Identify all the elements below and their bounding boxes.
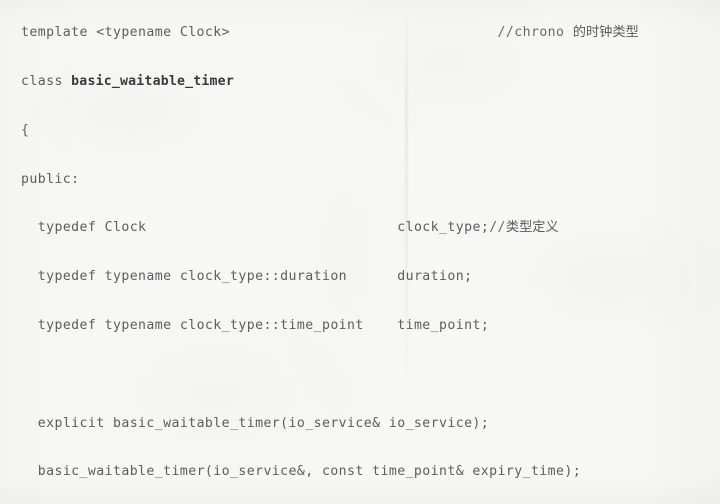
code-token: duration; (397, 269, 473, 285)
code-token: explicit basic_waitable_timer(io_service… (37, 415, 490, 431)
code-comment: //chrono (497, 25, 573, 41)
code-comment-cjk: 的时钟类型 (572, 25, 639, 41)
code-line: basic_waitable_timer(io_service&, const … (0, 460, 720, 484)
code-padding (146, 220, 397, 235)
code-comment: // (489, 220, 506, 236)
code-token: typedef Clock (37, 220, 147, 236)
code-line: explicit basic_waitable_timer(io_service… (0, 412, 720, 436)
code-token: clock_type; (397, 220, 490, 236)
code-line: public: (0, 168, 720, 192)
code-token: public: (21, 171, 80, 187)
code-padding (364, 318, 397, 333)
code-listing: template <typename Clock> //chrono 的时钟类型… (0, 13, 720, 504)
scanned-page: template <typename Clock> //chrono 的时钟类型… (0, 0, 720, 504)
code-line: typedef typename clock_type::duration du… (0, 265, 720, 289)
code-padding (230, 25, 498, 40)
code-line: typedef typename clock_type::time_point … (0, 314, 720, 338)
code-token: basic_waitable_timer(io_service&, const … (37, 464, 582, 480)
class-name-token: basic_waitable_timer (71, 73, 234, 89)
code-padding (347, 269, 397, 284)
code-token: typedef typename clock_type::duration (37, 269, 348, 285)
code-comment-cjk: 类型定义 (505, 220, 559, 236)
code-token: template <typename Clock> (21, 25, 230, 41)
code-line: template <typename Clock> //chrono 的时钟类型 (0, 21, 720, 45)
code-line: typedef Clock clock_type;//类型定义 (0, 216, 720, 240)
code-token: typedef typename clock_type::time_point (37, 317, 364, 333)
code-token: time_point; (397, 317, 490, 333)
code-line: class basic_waitable_timer (0, 70, 720, 94)
code-token: class (21, 73, 72, 89)
code-line: { (0, 119, 720, 143)
code-token: { (21, 122, 30, 138)
